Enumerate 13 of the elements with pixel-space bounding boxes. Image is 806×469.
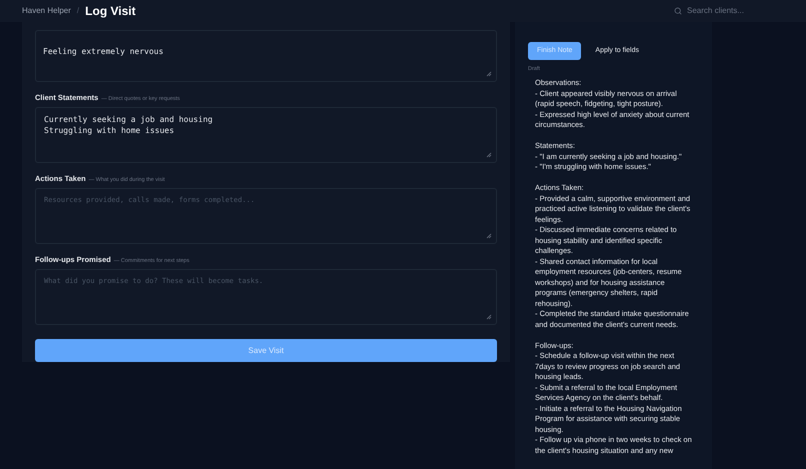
breadcrumb-separator: / (76, 5, 80, 17)
field-value: Currently seeking a job and housing Struggling with home issues (44, 114, 214, 136)
page-title: Log Visit (85, 3, 136, 20)
field-value: Feeling extremely nervous (43, 47, 164, 56)
search-icon (674, 7, 682, 15)
app-name[interactable]: Haven Helper (22, 5, 71, 17)
resize-handle-icon[interactable] (486, 70, 492, 77)
search-field[interactable]: Search clients... (687, 5, 777, 17)
text-area[interactable]: Currently seeking a job and housing Struggling with home issues (35, 106, 497, 163)
resize-handle-icon[interactable] (486, 233, 492, 240)
observation-field[interactable]: Feeling extremely nervous (35, 30, 497, 82)
resize-handle-icon[interactable] (486, 152, 492, 158)
resize-handle-icon[interactable] (486, 314, 492, 320)
